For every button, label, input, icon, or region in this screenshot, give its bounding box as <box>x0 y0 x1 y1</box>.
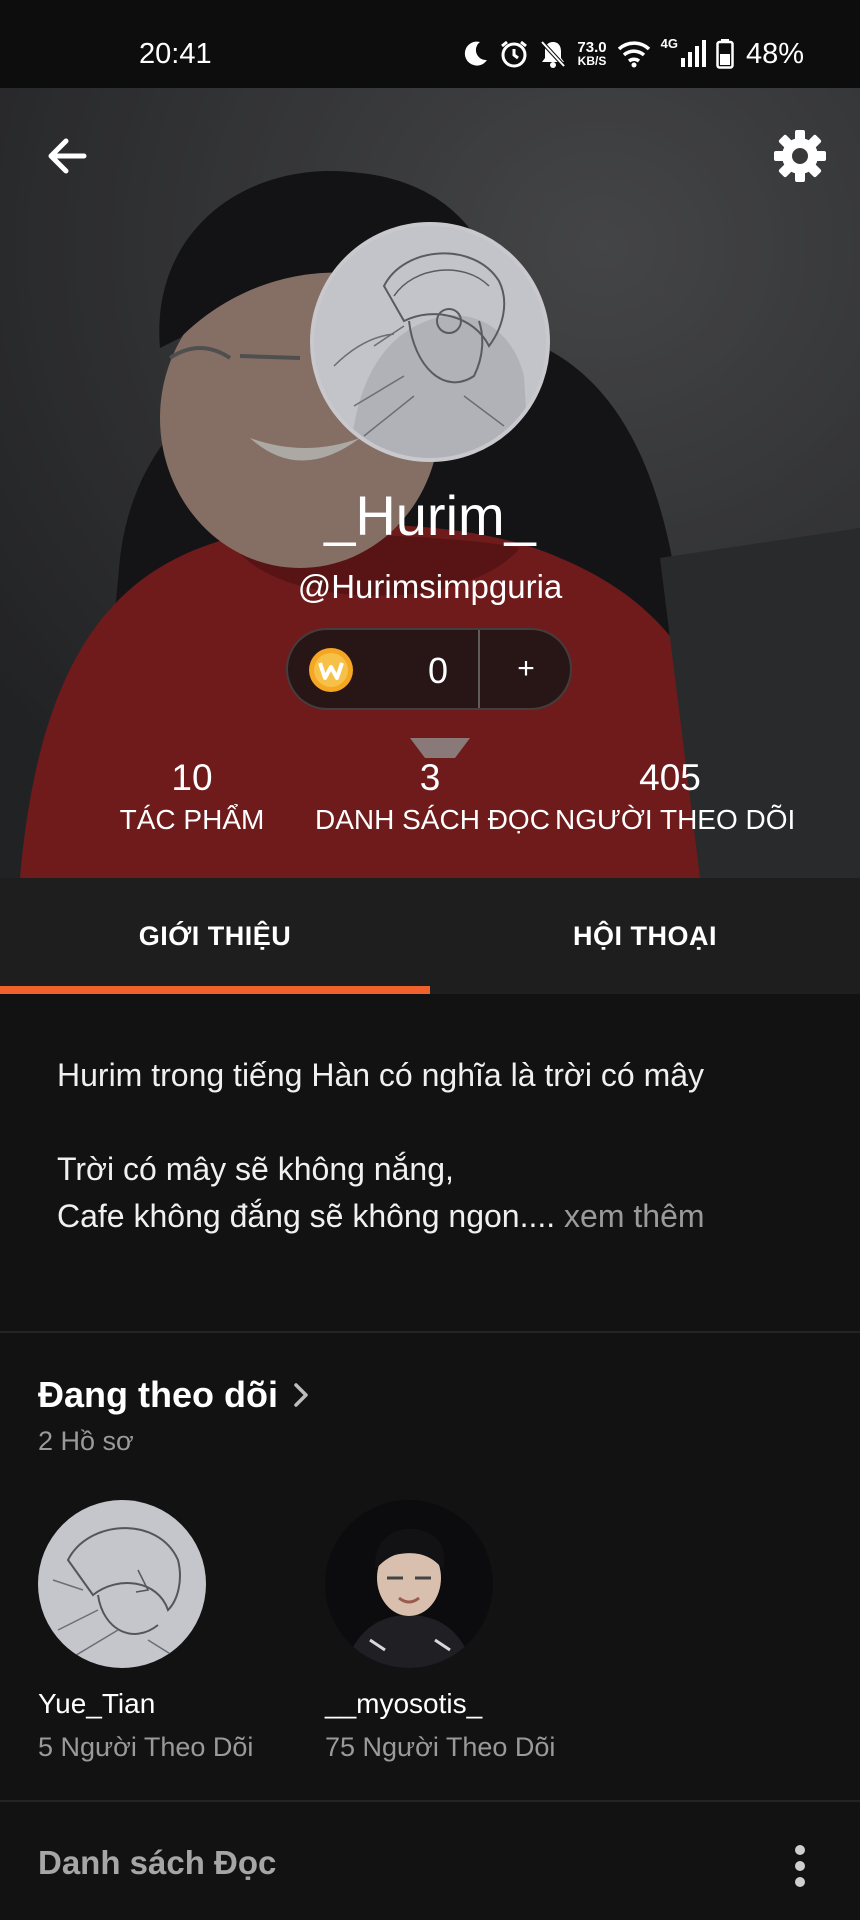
stat-reading-lists-label: DANH SÁCH ĐỌC <box>315 804 550 835</box>
stat-works-label: TÁC PHẨM <box>119 804 265 835</box>
network-type: 4G <box>660 36 678 51</box>
avatar[interactable] <box>325 1500 493 1668</box>
back-button[interactable] <box>40 128 96 184</box>
stat-works-value: 10 <box>171 757 213 798</box>
about-line-2: Trời có mây sẽ không nắng, <box>57 1151 454 1187</box>
net-speed: 73.0 KB/S <box>577 40 606 68</box>
moon-icon <box>465 41 488 66</box>
avatar-sketch-image <box>314 226 546 458</box>
coins-pill[interactable]: 0 + <box>286 628 572 710</box>
mute-bell-icon <box>540 40 566 68</box>
stat-followers-label: NGƯỜI THEO DÕI <box>555 804 796 835</box>
user-avatar-photo <box>325 1500 493 1668</box>
following-user-card[interactable]: __myosotis_ 75 Người Theo Dõi <box>325 1500 585 1763</box>
wifi-icon <box>617 41 650 68</box>
about-blank-line <box>57 1099 817 1146</box>
battery-percent: 48% <box>745 37 804 70</box>
see-more-link[interactable]: xem thêm <box>564 1198 704 1234</box>
following-user-followers: 5 Người Theo Dõi <box>38 1732 254 1762</box>
avatar[interactable] <box>38 1500 206 1668</box>
reading-list-title: Danh sách Đọc <box>38 1844 277 1881</box>
signal-icon <box>680 40 706 67</box>
stat-works[interactable]: 10 TÁC PHẨM <box>107 756 277 840</box>
stat-reading-lists[interactable]: 3 DANH SÁCH ĐỌC <box>315 756 550 840</box>
net-speed-unit: KB/S <box>577 54 607 68</box>
stat-reading-lists-value: 3 <box>419 757 441 798</box>
profile-tabs: GIỚI THIỆU HỘI THOẠI <box>0 878 860 994</box>
tab-about[interactable]: GIỚI THIỆU <box>0 878 430 994</box>
following-count: 2 Hồ sơ <box>38 1426 134 1456</box>
following-user-followers: 75 Người Theo Dõi <box>325 1732 556 1762</box>
active-tab-indicator <box>0 986 430 994</box>
reading-list-more-button[interactable] <box>780 1838 820 1894</box>
about-section: Hurim trong tiếng Hàn có nghĩa là trời c… <box>0 994 860 1332</box>
status-time: 20:41 <box>139 38 212 70</box>
user-avatar-sketch <box>38 1500 206 1668</box>
tab-conversations[interactable]: HỘI THOẠI <box>430 878 860 994</box>
gear-icon <box>774 130 826 182</box>
coin-balance: 0 <box>427 650 449 691</box>
stat-followers-value: 405 <box>639 757 701 798</box>
settings-button[interactable] <box>770 126 830 186</box>
section-divider <box>0 1331 860 1333</box>
following-header[interactable]: Đang theo dõi <box>38 1374 310 1416</box>
battery-icon <box>716 39 734 69</box>
chevron-right-icon <box>294 1383 308 1407</box>
about-line-3: Cafe không đắng sẽ không ngon.... <box>57 1198 556 1234</box>
alarm-icon <box>501 40 528 68</box>
following-user-card[interactable]: Yue_Tian 5 Người Theo Dõi <box>38 1500 298 1763</box>
about-line-3-row: Cafe không đắng sẽ không ngon.... xem th… <box>57 1193 817 1240</box>
profile-header: _Hurim_ @Hurimsimpguria 0 + 10 TÁC PHẨM … <box>0 88 860 878</box>
following-user-name: __myosotis_ <box>325 1688 483 1719</box>
add-coins-button[interactable]: + <box>480 630 572 708</box>
net-speed-value: 73.0 <box>577 39 607 56</box>
profile-stats: 10 TÁC PHẨM 3 DANH SÁCH ĐỌC 405 NGƯỜI TH… <box>0 756 860 836</box>
display-name: _Hurim_ <box>324 484 536 547</box>
following-title: Đang theo dõi <box>38 1374 278 1415</box>
more-vertical-icon <box>795 1845 805 1887</box>
coin-icon <box>309 648 353 692</box>
about-text: Hurim trong tiếng Hàn có nghĩa là trời c… <box>57 1052 817 1240</box>
username: @Hurimsimpguria <box>297 568 563 605</box>
status-icons: 73.0 KB/S 4G 48% <box>463 34 804 74</box>
stat-followers[interactable]: 405 NGƯỜI THEO DÕI <box>555 756 796 840</box>
arrow-left-icon <box>48 138 87 174</box>
profile-avatar[interactable] <box>310 222 550 462</box>
section-divider <box>0 1800 860 1802</box>
following-user-name: Yue_Tian <box>38 1688 156 1719</box>
about-line-1: Hurim trong tiếng Hàn có nghĩa là trời c… <box>57 1057 705 1093</box>
status-bar: 20:41 73.0 KB/S 4G 48% <box>0 0 860 88</box>
